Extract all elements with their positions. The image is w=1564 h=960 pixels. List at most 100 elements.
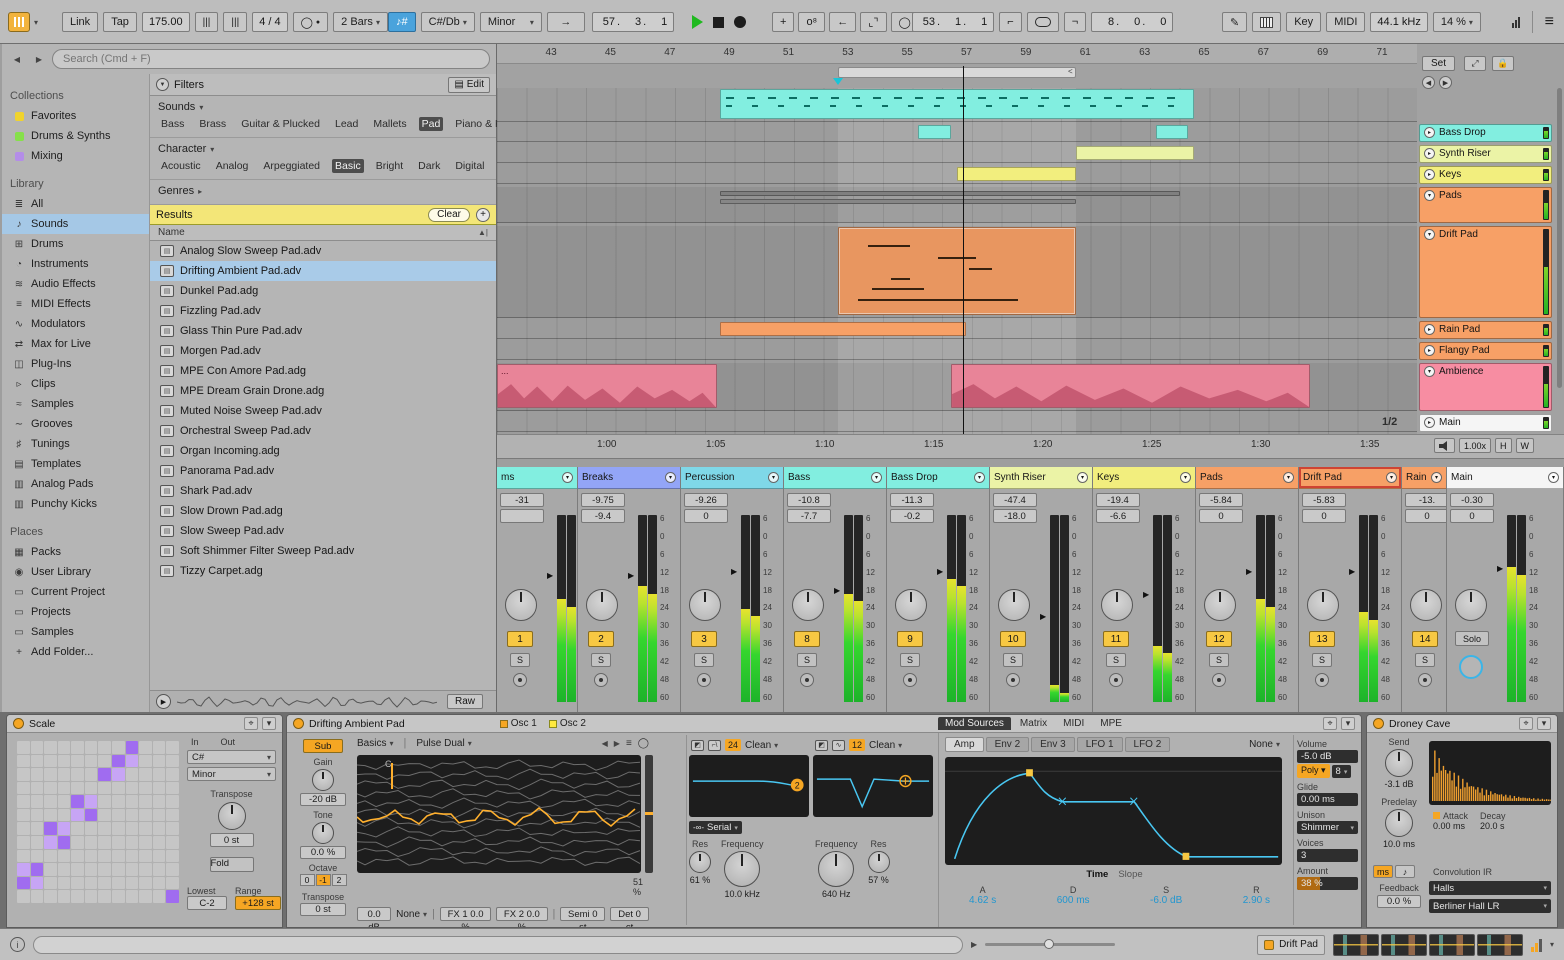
mixer-track-title[interactable]: ms ▾ — [497, 467, 577, 489]
filter-tag-dark[interactable]: Dark — [415, 159, 443, 173]
add-filter-button[interactable]: + — [476, 207, 490, 222]
scale-grid-cell[interactable] — [139, 836, 152, 849]
scale-grid-cell[interactable] — [139, 849, 152, 863]
device-activator-toggle[interactable] — [293, 718, 304, 729]
filter-routing-select[interactable]: -∞- Serial ▾ — [689, 821, 742, 834]
search-input[interactable] — [52, 49, 490, 69]
scale-grid-cell[interactable] — [125, 795, 139, 808]
detune-value[interactable]: Det 0 ct — [610, 907, 649, 927]
time-signature-display[interactable]: 4 / 4 — [252, 12, 288, 32]
scale-grid-cell[interactable] — [71, 768, 84, 781]
volume-display[interactable]: -7.7 — [787, 509, 831, 523]
scale-grid-cell[interactable] — [17, 890, 30, 903]
sidebar-item-analog-pads[interactable]: ▥ Analog Pads — [2, 474, 149, 494]
transpose-knob[interactable] — [217, 802, 246, 830]
scale-grid-cell[interactable] — [152, 795, 166, 808]
sidebar-item-all[interactable]: ≣ All — [2, 194, 149, 214]
list-item[interactable]: ▤ Drifting Ambient Pad.adv — [150, 261, 496, 281]
sort-icon[interactable]: ▲| — [478, 228, 488, 237]
voices-value[interactable]: 3 — [1297, 849, 1358, 862]
scale-grid-cell[interactable] — [139, 768, 152, 781]
scale-grid-cell[interactable] — [166, 890, 179, 903]
chevron-circle-icon[interactable]: ▾ — [974, 472, 985, 483]
scale-grid-cell[interactable] — [44, 781, 57, 795]
list-item[interactable]: ▤ Muted Noise Sweep Pad.adv — [150, 401, 496, 421]
status-text-field[interactable] — [33, 935, 963, 954]
envelope-display[interactable] — [945, 757, 1282, 865]
filter-tag-lead[interactable]: Lead — [332, 117, 361, 131]
crossfade-knob[interactable] — [1459, 655, 1483, 679]
scale-grid-cell[interactable] — [139, 741, 152, 754]
list-item[interactable]: ▤ Organ Incoming.adg — [150, 441, 496, 461]
sidebar-item-templates[interactable]: ▤ Templates — [2, 454, 149, 474]
filter2-type-select[interactable]: Clean ▾ — [869, 740, 902, 751]
volume-display[interactable]: -0.2 — [890, 509, 934, 523]
scale-grid-cell[interactable] — [30, 741, 44, 754]
volume-fader-handle[interactable]: ▶ — [1246, 567, 1252, 576]
track-header-ambience[interactable]: ▾ Ambience — [1419, 363, 1552, 411]
volume-display[interactable]: -18.0 — [993, 509, 1037, 523]
filter-group-header[interactable]: Character ▾ — [150, 140, 496, 158]
scale-grid-cell[interactable] — [57, 876, 71, 890]
edit-filters-button[interactable]: ▤ Edit — [448, 76, 490, 93]
sub-osc-toggle[interactable]: Sub — [303, 739, 343, 753]
volume-value[interactable]: -5.0 dB — [1297, 750, 1358, 763]
osc-level-value[interactable]: 0.0 dB — [357, 907, 392, 927]
scale-midi-icon[interactable]: ♪# — [388, 12, 416, 32]
scale-grid-cell[interactable] — [44, 890, 57, 903]
scale-grid-cell[interactable] — [71, 741, 84, 754]
scale-grid-cell[interactable] — [112, 890, 125, 903]
browser-back-button[interactable]: ◀ — [8, 50, 26, 68]
scale-grid-cell[interactable] — [71, 781, 84, 795]
scale-grid-cell[interactable] — [152, 822, 166, 836]
mixer-track-title[interactable]: Percussion ▾ — [681, 467, 783, 489]
sidebar-item-drums[interactable]: ⊞ Drums — [2, 234, 149, 254]
scale-grid-cell[interactable] — [30, 795, 44, 808]
scale-name-menu[interactable]: Minor ▾ — [479, 12, 542, 32]
tab-mpe[interactable]: MPE — [1093, 717, 1129, 730]
scale-base-select[interactable]: C# ▾ — [187, 750, 276, 764]
scale-grid-cell[interactable] — [44, 876, 57, 890]
scale-grid-cell[interactable] — [112, 781, 125, 795]
scale-grid-cell[interactable] — [71, 890, 84, 903]
arm-button[interactable] — [1315, 673, 1329, 687]
scale-grid-cell[interactable] — [166, 836, 179, 849]
filter-tag-basic[interactable]: Basic — [332, 159, 364, 173]
shape-value[interactable]: 51 % — [633, 877, 649, 897]
save-preset-icon[interactable]: ▾ — [262, 717, 276, 730]
scale-grid-cell[interactable] — [57, 822, 71, 836]
scale-grid-cell[interactable] — [139, 754, 152, 768]
scale-grid-cell[interactable] — [44, 741, 57, 754]
tone-knob[interactable] — [312, 822, 334, 844]
filter1-db-badge[interactable]: 24 — [725, 739, 742, 751]
list-item[interactable]: ▤ Shark Pad.adv — [150, 481, 496, 501]
track-lane-keys[interactable] — [497, 166, 1417, 184]
track-activator-button[interactable]: 10 — [1000, 631, 1026, 647]
draw-mode-toggle[interactable]: ⌞⌝ — [860, 12, 887, 32]
solo-button[interactable]: S — [797, 653, 817, 667]
chevron-circle-icon[interactable]: ▾ — [871, 472, 882, 483]
ir-category-select[interactable]: Halls ▾ — [1429, 881, 1551, 895]
scale-grid-cell[interactable] — [152, 863, 166, 876]
optimize-width-icon[interactable]: ⤢ — [1464, 56, 1486, 71]
scale-grid-cell[interactable] — [84, 795, 98, 808]
fx1-value[interactable]: FX 1 0.0 % — [439, 907, 492, 927]
wavetable-position-slider[interactable] — [645, 755, 653, 873]
device-title[interactable]: Drifting Ambient Pad — [309, 718, 405, 730]
scale-grid-cell[interactable] — [71, 754, 84, 768]
freq2-value[interactable]: 640 Hz — [822, 889, 851, 899]
sidebar-item-grooves[interactable]: ∼ Grooves — [2, 414, 149, 434]
solo-button[interactable]: Solo — [1455, 631, 1489, 646]
res2-value[interactable]: 57 % — [868, 875, 889, 885]
arm-button[interactable] — [697, 673, 711, 687]
filter1-type-select[interactable]: Clean ▾ — [745, 740, 778, 751]
chevron-circle-icon[interactable]: ▾ — [562, 472, 573, 483]
scale-grid-cell[interactable] — [30, 849, 44, 863]
filter-tag-bright[interactable]: Bright — [373, 159, 406, 173]
preview-volume-slider[interactable] — [985, 939, 1116, 949]
sidebar-item-instruments[interactable]: ◔ Instruments — [2, 254, 149, 274]
scale-grid-cell[interactable] — [166, 808, 179, 822]
scale-grid-cell[interactable] — [112, 863, 125, 876]
pan-knob[interactable] — [1455, 589, 1487, 621]
scale-grid-cell[interactable] — [139, 795, 152, 808]
